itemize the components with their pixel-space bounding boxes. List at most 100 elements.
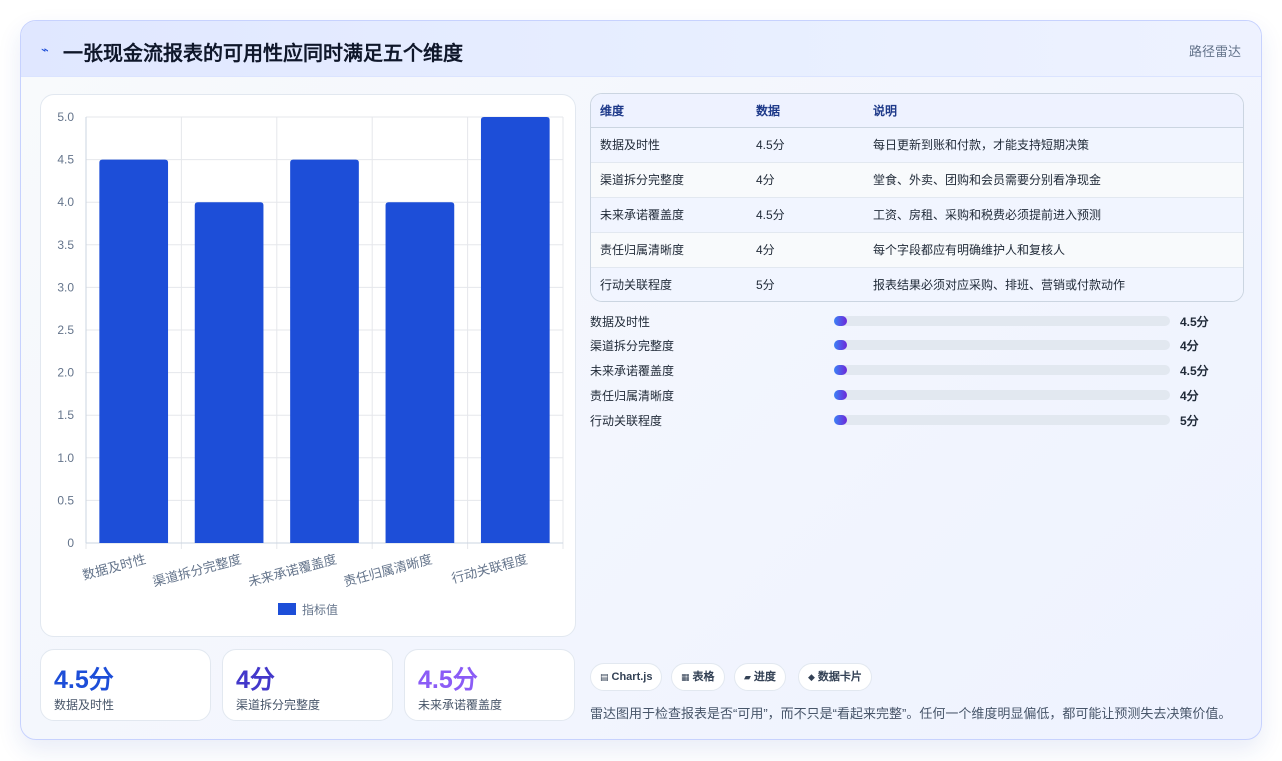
diamond-icon: ◆ xyxy=(808,672,815,682)
bar xyxy=(480,117,550,543)
table-cell: 堂食、外卖、团购和会员需要分别看净现金 xyxy=(864,162,1243,198)
table-cell: 渠道拆分完整度 xyxy=(591,162,747,198)
progress-row: 数据及时性 4.5分 xyxy=(590,313,1250,329)
progress-track xyxy=(834,365,1170,375)
bar-chart-panel: 0 0.5 1.0 1.5 2.0 2.5 3.0 3.5 4.0 4.5 5.0 数据及时性 渠道拆分… xyxy=(40,94,576,637)
x-tick-label: 责任归属清晰度 xyxy=(342,551,434,589)
y-tick-label: 1.5 xyxy=(57,408,74,422)
chip-progress[interactable]: ▰ 进度 xyxy=(734,663,786,691)
table-cell: 责任归属清晰度 xyxy=(591,232,747,268)
progress-fill xyxy=(834,415,847,425)
y-tick-label: 3.5 xyxy=(57,238,74,252)
chip-table[interactable]: ▦ 表格 xyxy=(671,663,725,691)
bar xyxy=(385,202,455,543)
table-icon: ▦ xyxy=(681,672,690,682)
table-row: 未来承诺覆盖度 4.5分 工资、房租、采购和税费必须提前进入预测 xyxy=(591,197,1243,233)
progress-fill xyxy=(834,390,847,400)
bar xyxy=(99,159,169,543)
x-tick-label: 数据及时性 xyxy=(81,551,148,582)
progress-value: 4分 xyxy=(1180,389,1199,403)
progress-track xyxy=(834,340,1170,350)
progress-icon: ▰ xyxy=(744,672,751,682)
table-cell: 数据及时性 xyxy=(591,127,747,163)
table-cell: 未来承诺覆盖度 xyxy=(591,197,747,233)
chart-icon: ▤ xyxy=(600,672,609,682)
x-tick-label: 渠道拆分完整度 xyxy=(151,551,243,589)
column-header: 维度 xyxy=(591,94,747,128)
kpi-label: 未来承诺覆盖度 xyxy=(418,698,503,712)
zap-icon: ⌁ xyxy=(41,42,49,57)
chip-chartjs[interactable]: ▤ Chart.js xyxy=(590,663,663,691)
kpi-value: 4.5分 xyxy=(418,666,478,694)
table-cell: 5分 xyxy=(747,267,864,301)
chip-label: Chart.js xyxy=(611,671,653,683)
bar xyxy=(194,202,264,543)
progress-fill xyxy=(834,340,847,350)
dimension-table: 维度 数据 说明 数据及时性 4.5分 每日更新到账和付款，才能支持短期决策 渠… xyxy=(590,93,1244,302)
table-header-row: 维度 数据 说明 xyxy=(591,94,1243,128)
table-cell: 工资、房租、采购和税费必须提前进入预测 xyxy=(864,197,1243,233)
progress-label: 行动关联程度 xyxy=(590,414,663,428)
y-tick-label: 4.0 xyxy=(57,195,74,209)
chip-data-card[interactable]: ◆ 数据卡片 xyxy=(798,663,872,691)
column-header: 数据 xyxy=(747,94,864,128)
table-row: 渠道拆分完整度 4分 堂食、外卖、团购和会员需要分别看净现金 xyxy=(591,162,1243,198)
y-tick-label: 2.5 xyxy=(57,323,74,337)
table-cell: 4.5分 xyxy=(747,127,864,163)
progress-row: 责任归属清晰度 4分 xyxy=(590,387,1250,403)
kpi-card: 4分 渠道拆分完整度 xyxy=(222,649,393,721)
progress-track xyxy=(834,415,1170,425)
progress-label: 渠道拆分完整度 xyxy=(590,339,675,353)
chip-label: 表格 xyxy=(692,671,715,683)
y-tick-label: 4.5 xyxy=(57,153,74,167)
y-tick-label: 0 xyxy=(67,536,74,550)
chip-label: 数据卡片 xyxy=(817,671,862,683)
table-cell: 4分 xyxy=(747,232,864,268)
table-cell: 4分 xyxy=(747,162,864,198)
table-row: 责任归属清晰度 4分 每个字段都应有明确维护人和复核人 xyxy=(591,232,1243,268)
page-title: 一张现金流报表的可用性应同时满足五个维度 xyxy=(63,43,463,65)
kpi-label: 渠道拆分完整度 xyxy=(236,698,321,712)
table-row: 行动关联程度 5分 报表结果必须对应采购、排班、营销或付款动作 xyxy=(591,267,1243,301)
progress-label: 未来承诺覆盖度 xyxy=(590,364,675,378)
kpi-card: 4.5分 数据及时性 xyxy=(40,649,211,721)
bar xyxy=(290,159,359,543)
table-cell: 每个字段都应有明确维护人和复核人 xyxy=(864,232,1243,268)
progress-row: 渠道拆分完整度 4分 xyxy=(590,337,1250,353)
progress-label: 数据及时性 xyxy=(590,315,651,329)
bar-chart: 0 0.5 1.0 1.5 2.0 2.5 3.0 3.5 4.0 4.5 5.0 数据及时性 渠道拆分… xyxy=(57,110,564,617)
report-card: ⌁ 一张现金流报表的可用性应同时满足五个维度 路径雷达 0 0.5 1.0 1.5 2.… xyxy=(20,20,1262,740)
chip-label: 进度 xyxy=(753,671,776,683)
progress-value: 5分 xyxy=(1180,414,1199,428)
route-label[interactable]: 路径雷达 xyxy=(1189,41,1241,60)
progress-label: 责任归属清晰度 xyxy=(590,389,675,403)
table-cell: 报表结果必须对应采购、排班、营销或付款动作 xyxy=(864,267,1243,301)
y-tick-label: 2.0 xyxy=(57,366,74,380)
progress-fill xyxy=(834,316,847,326)
column-header: 说明 xyxy=(864,94,1243,128)
progress-row: 未来承诺覆盖度 4.5分 xyxy=(590,362,1250,378)
table-row: 数据及时性 4.5分 每日更新到账和付款，才能支持短期决策 xyxy=(591,127,1243,163)
progress-value: 4分 xyxy=(1180,339,1199,353)
kpi-value: 4分 xyxy=(236,666,275,694)
legend-swatch xyxy=(278,603,296,615)
progress-fill xyxy=(834,365,847,375)
progress-value: 4.5分 xyxy=(1180,315,1209,329)
legend-label: 指标值 xyxy=(302,602,338,617)
kpi-value: 4.5分 xyxy=(54,666,114,694)
footnote: 雷达图用于检查报表是否“可用”，而不只是“看起来完整”。任何一个维度明显偏低，都… xyxy=(590,706,1232,721)
x-tick-label: 行动关联程度 xyxy=(450,551,529,586)
kpi-card: 4.5分 未来承诺覆盖度 xyxy=(404,649,575,721)
table-cell: 4.5分 xyxy=(747,197,864,233)
progress-track xyxy=(834,390,1170,400)
kpi-label: 数据及时性 xyxy=(54,698,115,712)
progress-row: 行动关联程度 5分 xyxy=(590,412,1250,428)
table-cell: 每日更新到账和付款，才能支持短期决策 xyxy=(864,127,1243,163)
y-tick-label: 0.5 xyxy=(57,493,74,507)
table-cell: 行动关联程度 xyxy=(591,267,747,301)
y-tick-label: 5.0 xyxy=(57,110,74,124)
card-header: ⌁ 一张现金流报表的可用性应同时满足五个维度 路径雷达 xyxy=(21,21,1261,77)
x-tick-label: 未来承诺覆盖度 xyxy=(246,551,338,589)
y-tick-label: 3.0 xyxy=(57,280,74,294)
progress-track xyxy=(834,316,1170,326)
